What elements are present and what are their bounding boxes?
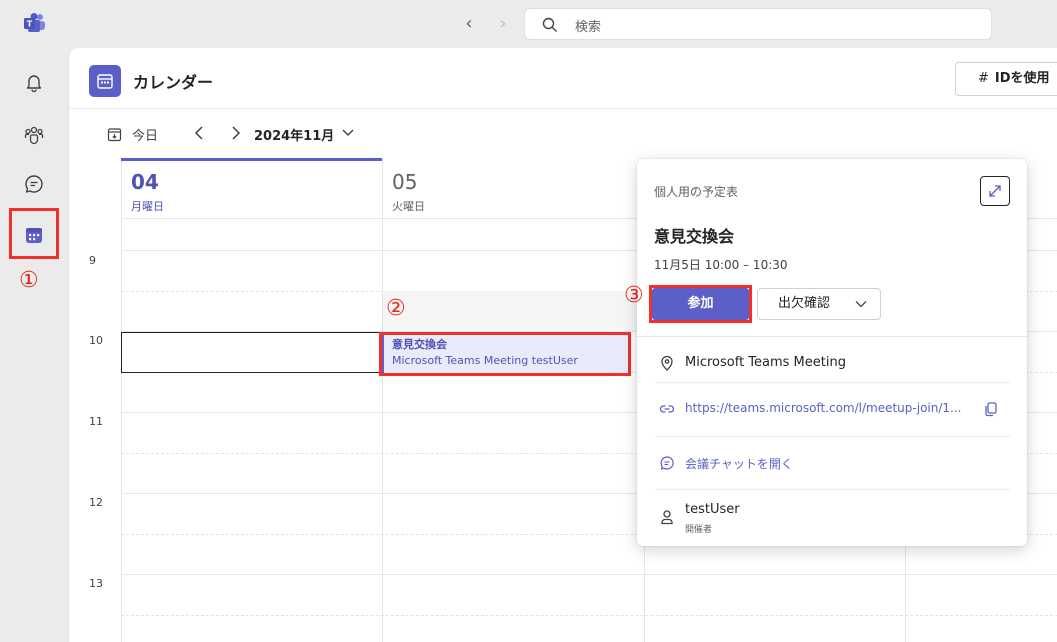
hour-label: 11	[89, 415, 103, 428]
next-week-icon[interactable]	[226, 123, 244, 143]
hour-label: 12	[89, 496, 103, 509]
today-button[interactable]: 今日	[107, 125, 158, 144]
join-with-id-button[interactable]: # IDを使用	[955, 62, 1057, 96]
popup-event-title: 意見交換会	[654, 227, 735, 246]
copy-icon[interactable]	[983, 401, 999, 417]
hash-icon: #	[978, 71, 989, 86]
popup-event-time: 11月5日 10:00 – 10:30	[654, 258, 788, 272]
open-chat-link[interactable]: 会議チャットを開く	[685, 455, 793, 472]
chevron-down-icon	[855, 301, 867, 308]
calendar-glyph-icon	[97, 74, 113, 89]
search-input[interactable]: 検索	[524, 8, 992, 40]
link-row: https://teams.microsoft.com/l/meetup-joi…	[655, 383, 1010, 435]
rail-activity[interactable]	[14, 62, 54, 102]
app-rail: ①	[0, 48, 68, 642]
grid-row-line	[121, 615, 1057, 616]
day-name: 火曜日	[392, 200, 425, 213]
day-header-tuesday[interactable]: 05 火曜日	[382, 158, 644, 218]
expand-button[interactable]	[980, 176, 1010, 206]
hour-label: 10	[89, 334, 103, 347]
today-icon	[107, 128, 122, 142]
calendar-highlight-box	[9, 208, 59, 259]
day-header-monday[interactable]: 04 月曜日	[121, 158, 382, 218]
calendar-app-icon	[89, 65, 121, 97]
search-icon	[542, 17, 557, 32]
link-icon	[659, 405, 675, 413]
title-bar: T ‹ › 検索	[0, 0, 1057, 48]
chevron-down-icon[interactable]	[341, 125, 355, 141]
people-icon	[24, 126, 44, 145]
chat-icon	[25, 175, 43, 193]
month-selector[interactable]: 2024年11月	[254, 125, 334, 144]
location-pin-icon	[661, 355, 673, 371]
chat-icon	[660, 456, 674, 470]
calendar-toolbar: 今日 2024年11月	[69, 109, 1057, 159]
grid-row-line	[121, 574, 1057, 575]
hour-label: 13	[89, 577, 103, 590]
teams-logo-icon: T	[24, 13, 45, 32]
today-label: 今日	[132, 129, 159, 144]
organizer-name: testUser	[685, 502, 740, 517]
rail-chat[interactable]	[14, 164, 54, 204]
selected-time-slot[interactable]	[121, 332, 382, 373]
svg-text:T: T	[27, 20, 33, 29]
annotation-2: ②	[386, 296, 406, 321]
forward-arrow-icon[interactable]: ›	[494, 14, 512, 34]
annotation-3: ③	[624, 283, 644, 308]
rsvp-label: 出欠確認	[778, 296, 831, 311]
page-title: カレンダー	[133, 73, 214, 92]
grid-column-line	[382, 158, 383, 642]
day-number: 05	[392, 170, 418, 194]
event-details-popup: 個人用の予定表 意見交換会 11月5日 10:00 – 10:30 参加 出欠確…	[637, 159, 1027, 546]
organizer-row: testUser 開催者	[655, 489, 1010, 541]
day-number: 04	[131, 170, 159, 194]
annotation-1: ①	[19, 268, 39, 293]
meeting-link[interactable]: https://teams.microsoft.com/l/meetup-joi…	[685, 401, 967, 415]
rail-teams[interactable]	[14, 114, 54, 154]
calendar-name: 個人用の予定表	[654, 185, 739, 199]
person-icon	[661, 510, 673, 525]
bell-icon	[26, 75, 42, 93]
day-name: 月曜日	[131, 200, 164, 213]
search-placeholder: 検索	[575, 20, 602, 35]
grid-column-line	[121, 158, 122, 642]
location-text: Microsoft Teams Meeting	[685, 355, 846, 370]
join-with-id-label: IDを使用	[994, 71, 1050, 86]
join-highlight-box	[649, 285, 752, 323]
back-arrow-icon[interactable]: ‹	[460, 14, 478, 34]
organizer-role: 開催者	[685, 525, 713, 535]
expand-icon	[989, 185, 1001, 197]
hour-label: 9	[89, 254, 96, 267]
rsvp-button[interactable]: 出欠確認	[757, 288, 881, 320]
chat-row[interactable]: 会議チャットを開く	[655, 437, 1010, 489]
event-highlight-box	[379, 332, 631, 376]
hover-slot	[383, 291, 638, 331]
previous-week-icon[interactable]	[191, 123, 209, 143]
